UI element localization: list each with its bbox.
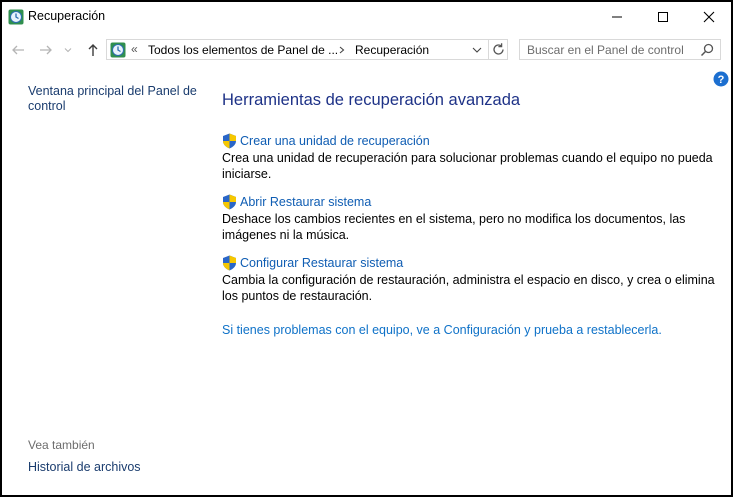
refresh-icon[interactable] <box>491 42 506 57</box>
create-recovery-drive-link[interactable]: Crear una unidad de recuperación <box>240 134 430 148</box>
up-arrow-icon <box>88 44 98 56</box>
help-icon[interactable]: ? <box>713 71 729 87</box>
breadcrumb-all-items[interactable]: Todos los elementos de Panel de ... <box>148 43 338 57</box>
task-description: Crea una unidad de recuperación para sol… <box>222 151 713 181</box>
navigation-bar: « Todos los elementos de Panel de ... Re… <box>2 32 731 68</box>
address-dropdown-icon[interactable] <box>471 44 483 56</box>
uac-shield-icon <box>223 133 236 149</box>
configure-system-restore-link[interactable]: Configurar Restaurar sistema <box>240 256 403 270</box>
see-also-label: Vea también <box>28 438 95 452</box>
maximize-button[interactable] <box>640 2 686 32</box>
search-box[interactable] <box>519 39 721 60</box>
up-button[interactable] <box>84 41 102 59</box>
title-bar: Recuperación <box>2 2 731 32</box>
close-button[interactable] <box>686 2 731 32</box>
file-history-link[interactable]: Historial de archivos <box>28 460 141 475</box>
address-divider <box>488 40 489 59</box>
task-description: Deshace los cambios recientes en el sist… <box>222 212 686 242</box>
search-input[interactable] <box>520 40 697 59</box>
uac-shield-icon <box>223 194 236 210</box>
control-panel-icon <box>110 42 126 58</box>
task-open-system-restore: Abrir Restaurar sistema Deshace los camb… <box>222 193 722 243</box>
breadcrumb-recovery[interactable]: Recuperación <box>355 43 429 57</box>
window-title: Recuperación <box>28 9 106 23</box>
breadcrumb-overflow[interactable]: « <box>131 42 138 56</box>
task-create-recovery-drive: Crear una unidad de recuperación Crea un… <box>222 132 722 182</box>
task-configure-system-restore: Configurar Restaurar sistema Cambia la c… <box>222 254 722 304</box>
minimize-button[interactable] <box>594 2 640 32</box>
forward-arrow-icon <box>40 45 52 55</box>
close-icon <box>703 11 715 23</box>
open-system-restore-link[interactable]: Abrir Restaurar sistema <box>240 195 371 209</box>
back-button[interactable] <box>9 41 27 59</box>
control-panel-home-link[interactable]: Ventana principal del Panel de control <box>28 84 203 114</box>
page-heading: Herramientas de recuperación avanzada <box>222 91 521 109</box>
recovery-icon <box>8 9 24 25</box>
recent-locations-button[interactable] <box>62 41 74 59</box>
svg-text:?: ? <box>718 74 725 86</box>
search-icon[interactable] <box>700 43 714 57</box>
forward-button[interactable] <box>37 41 55 59</box>
chevron-down-icon <box>64 48 72 53</box>
uac-shield-icon <box>223 255 236 271</box>
breadcrumb-separator-icon[interactable] <box>339 46 345 54</box>
task-description: Cambia la configuración de restauración,… <box>222 273 715 303</box>
minimize-icon <box>612 16 622 18</box>
maximize-icon <box>658 12 668 22</box>
address-bar[interactable]: « Todos los elementos de Panel de ... Re… <box>106 39 508 60</box>
reset-pc-link[interactable]: Si tienes problemas con el equipo, ve a … <box>222 323 662 337</box>
recovery-window: Recuperación « Todos los elementos de Pa… <box>2 2 731 495</box>
back-arrow-icon <box>12 45 24 55</box>
